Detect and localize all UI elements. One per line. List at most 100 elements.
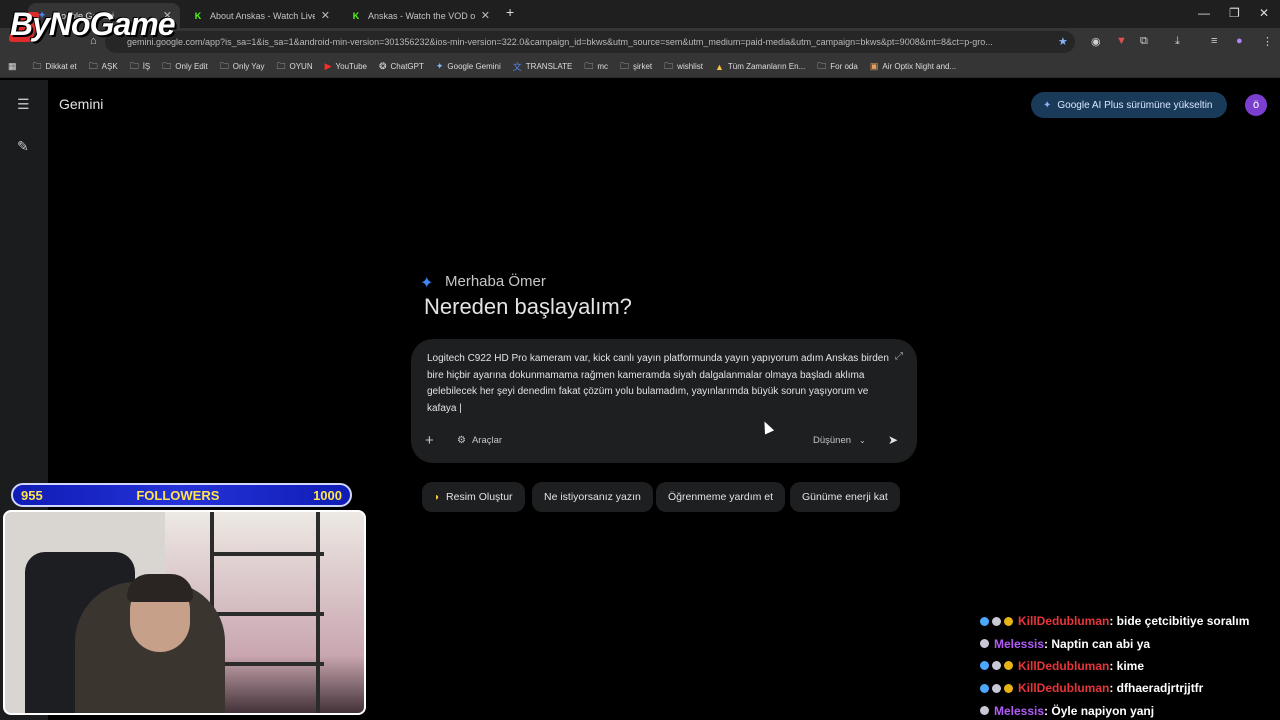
bookmark-sirket[interactable]: 🗀 şirket — [620, 59, 652, 75]
url-field[interactable]: gemini.google.com/app?is_sa=1&is_sa=1&an… — [105, 31, 1075, 53]
followers-current: 955 — [21, 487, 43, 503]
bookmark-translate[interactable]: 文 TRANSLATE — [513, 60, 573, 73]
minimize-icon[interactable]: — — [1198, 6, 1210, 20]
bookmark-label: Only Edit — [175, 62, 208, 71]
greeting-title: Nereden başlayalım? — [424, 294, 632, 319]
followers-goal-bar: 955 FOLLOWERS 1000 — [11, 483, 352, 507]
browser-tab-bar: ✦ Google Gemini ✕ K About Anskas - Watch… — [0, 0, 1280, 28]
extension-icon[interactable]: ▼ — [1116, 35, 1127, 47]
prompt-box: Logitech C922 HD Pro kameram var, kick c… — [411, 339, 917, 463]
chip-ne-istiyorsaniz[interactable]: Ne istiyorsanız yazın — [532, 482, 653, 512]
chat-badge-icon — [1004, 683, 1013, 693]
folder-icon: 🗀 — [219, 60, 229, 71]
close-window-icon[interactable]: ✕ — [1259, 6, 1269, 20]
bookmark-only-yay[interactable]: 🗀 Only Yay — [220, 59, 265, 75]
bookmark-label: AŞK — [101, 62, 118, 71]
bookmark-oyun[interactable]: 🗀 OYUN — [276, 59, 312, 75]
tab-about-anskas[interactable]: K About Anskas - Watch Live on ✕ — [184, 3, 338, 28]
add-attachment-button[interactable]: + — [425, 432, 434, 449]
bookmark-chatgpt[interactable]: ❂ ChatGPT — [379, 61, 424, 72]
bookmark-tum-zamanlarin[interactable]: ▲ Tüm Zamanların En... — [715, 62, 805, 72]
chat-message: KillDedubluman : bide çetcibitiye soralı… — [980, 610, 1280, 632]
bynogame-logo: ByNoGame — [10, 6, 175, 42]
bookmark-for-oda[interactable]: 🗀 For oda — [817, 59, 858, 75]
tab-anskas-vod[interactable]: K Anskas - Watch the VOD on Ki ✕ — [342, 3, 498, 28]
close-icon[interactable]: ✕ — [321, 9, 330, 22]
banana-icon: ◗ — [434, 491, 441, 503]
bookmark-label: wishlist — [677, 62, 703, 71]
new-chat-icon[interactable]: ✎ — [17, 138, 29, 155]
webcam-overlay — [3, 510, 366, 715]
expand-icon[interactable]: ⤢ — [895, 351, 903, 362]
chip-gunume-enerji[interactable]: Günüme enerji kat — [790, 482, 900, 512]
bookmark-label: İŞ — [142, 62, 151, 71]
bookmark-wishlist[interactable]: 🗀 wishlist — [664, 59, 703, 75]
chat-badge-icon — [992, 661, 1001, 671]
upgrade-button[interactable]: ✦ Google AI Plus sürümüne yükseltin — [1031, 92, 1227, 118]
bookmark-mc[interactable]: 🗀 mc — [584, 59, 608, 75]
chevron-down-icon: ⌄ — [859, 436, 866, 445]
folder-icon: 🗀 — [817, 60, 827, 71]
tools-button[interactable]: ⚙ Araçlar — [457, 435, 502, 446]
send-button[interactable]: ➤ — [888, 433, 898, 447]
bookmark-is[interactable]: 🗀 İŞ — [130, 59, 151, 75]
stream-chat: KillDedubluman : bide çetcibitiye soralı… — [980, 610, 1280, 720]
bookmark-label: ChatGPT — [390, 62, 424, 71]
bookmark-google-gemini[interactable]: ✦ Google Gemini — [436, 61, 501, 72]
restore-icon[interactable]: ❐ — [1229, 6, 1240, 20]
chat-badge-icon — [980, 616, 989, 626]
chat-username: KillDedubluman — [1018, 681, 1110, 696]
chat-badge-icon — [980, 639, 989, 649]
webcam-shelf — [210, 512, 324, 713]
menu-icon[interactable]: ☰ — [17, 96, 30, 113]
chat-text: : dfhaeradjrtrjjtfr — [1109, 681, 1204, 696]
bookmark-dikkat-et[interactable]: 🗀 Dikkat et — [33, 59, 77, 75]
new-tab-button[interactable]: + — [506, 4, 514, 20]
folder-icon: 🗀 — [88, 60, 98, 71]
chat-username: Melessis — [994, 703, 1045, 718]
media-control-icon[interactable]: ≡ — [1211, 35, 1217, 47]
download-icon[interactable]: ⤓ — [1175, 35, 1180, 48]
bookmarks-bar: ▦ 🗀 Dikkat et 🗀 AŞK 🗀 İŞ 🗀 Only Edit 🗀 Only Y… — [0, 56, 1280, 78]
folder-icon: 🗀 — [162, 60, 172, 71]
tab-title: About Anskas - Watch Live on — [210, 10, 315, 21]
folder-icon: 🗀 — [32, 60, 42, 71]
chat-text: : bide çetcibitiye soralım — [1109, 614, 1250, 629]
chat-username: KillDedubluman — [1018, 614, 1110, 629]
chat-message: Melessis : Öyle napiyon yanj — [980, 700, 1280, 720]
folder-icon: 🗀 — [620, 60, 630, 71]
folder-icon: 🗀 — [276, 60, 286, 71]
bookmark-label: YouTube — [335, 62, 367, 71]
menu-dots-icon[interactable]: ⋮ — [1262, 35, 1273, 48]
bookmark-label: Tüm Zamanların En... — [727, 62, 806, 71]
chat-username: Melessis — [994, 636, 1045, 651]
chat-text: : kime — [1109, 658, 1145, 673]
model-mode-dropdown[interactable]: Düşünen ⌄ — [813, 435, 866, 446]
apps-icon[interactable]: ▦ — [8, 61, 21, 72]
chat-message: Melessis : Naptin can abi ya — [980, 632, 1280, 654]
chip-ogrenmeme[interactable]: Öğrenmeme yardım et — [656, 482, 786, 512]
tools-label: Araçlar — [471, 435, 503, 446]
profile-icon[interactable]: ● — [1236, 35, 1243, 47]
bookmark-label: Air Optix Night and... — [882, 62, 957, 71]
sliders-icon: ⚙ — [457, 435, 466, 446]
bookmark-air-optix[interactable]: ▣ Air Optix Night and... — [870, 61, 956, 72]
chip-resim-olustur[interactable]: ◗ Resim Oluştur — [422, 482, 525, 512]
avatar[interactable]: ö — [1245, 94, 1267, 116]
chip-label: Günüme enerji kat — [802, 491, 888, 503]
prompt-input[interactable]: Logitech C922 HD Pro kameram var, kick c… — [427, 351, 893, 417]
bookmark-only-edit[interactable]: 🗀 Only Edit — [162, 59, 207, 75]
close-icon[interactable]: ✕ — [481, 9, 490, 22]
folder-icon: 🗀 — [129, 60, 139, 71]
followers-goal: 1000 — [313, 487, 342, 503]
incognito-icon[interactable]: ◉ — [1091, 35, 1101, 48]
followers-label: FOLLOWERS — [136, 487, 220, 503]
chat-badge-icon — [980, 683, 989, 693]
chat-text: : Öyle napiyon yanj — [1044, 703, 1155, 718]
bookmark-youtube[interactable]: ▶ YouTube — [325, 61, 367, 72]
bookmark-label: Dikkat et — [45, 62, 77, 71]
bookmark-ask[interactable]: 🗀 AŞK — [89, 59, 118, 75]
puzzle-icon[interactable]: ⧉ — [1140, 35, 1148, 48]
star-bookmark-icon[interactable]: ★ — [1058, 35, 1068, 48]
chip-label: Ne istiyorsanız yazın — [544, 491, 641, 503]
